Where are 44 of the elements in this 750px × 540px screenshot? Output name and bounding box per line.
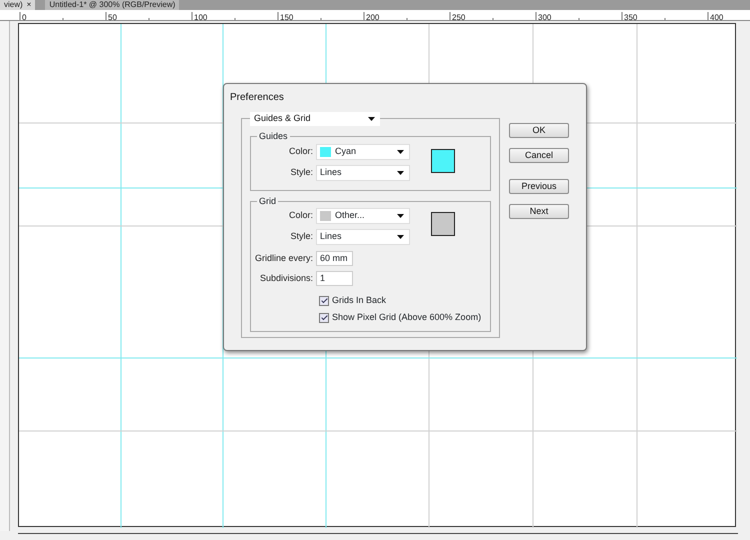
document-tab[interactable]: Untitled-1* @ 300% (RGB/Preview) bbox=[45, 0, 180, 10]
document-tab[interactable]: view) × bbox=[0, 0, 36, 10]
dialog-button[interactable]: Previous bbox=[509, 179, 569, 194]
dropdown[interactable]: Lines bbox=[316, 229, 410, 245]
caret-icon bbox=[368, 117, 375, 121]
checkbox[interactable] bbox=[319, 296, 329, 306]
ruler-label: 250 bbox=[452, 12, 466, 20]
ruler-label: 400 bbox=[710, 12, 724, 20]
section-dropdown[interactable]: Guides & Grid bbox=[250, 112, 380, 126]
text-field[interactable]: 60 mm bbox=[316, 251, 353, 266]
ruler-label: 200 bbox=[366, 12, 380, 20]
field-label: Subdivisions: bbox=[258, 272, 313, 285]
field-label: Color: bbox=[288, 209, 313, 222]
scroll-bar[interactable] bbox=[18, 533, 738, 536]
caret-icon bbox=[397, 235, 404, 239]
field-label: Color: bbox=[288, 145, 313, 158]
ruler-label: 100 bbox=[194, 12, 208, 20]
caret-icon bbox=[397, 214, 404, 218]
color-swatch[interactable] bbox=[431, 212, 455, 236]
dialog-button[interactable]: Cancel bbox=[509, 148, 569, 163]
dropdown[interactable]: Lines bbox=[316, 165, 410, 181]
dropdown[interactable]: Other... bbox=[316, 208, 410, 224]
checkbox-label: Grids In Back bbox=[332, 294, 386, 307]
dialog-title: Preferences bbox=[230, 91, 284, 105]
ruler-label: 350 bbox=[624, 12, 638, 20]
caret-icon bbox=[397, 150, 404, 154]
checkbox-label: Show Pixel Grid (Above 600% Zoom) bbox=[332, 311, 482, 324]
group-legend: Grid bbox=[257, 195, 278, 207]
ruler-label: 150 bbox=[280, 12, 294, 20]
close-icon[interactable]: × bbox=[26, 0, 32, 9]
color-swatch[interactable] bbox=[431, 149, 455, 173]
text-field[interactable]: 1 bbox=[316, 271, 353, 286]
checkbox[interactable] bbox=[319, 312, 329, 323]
ruler-label: 50 bbox=[108, 12, 117, 20]
field-label: Style: bbox=[289, 166, 313, 180]
group-legend: Guides bbox=[257, 130, 290, 142]
dialog-button[interactable]: OK bbox=[509, 123, 569, 138]
field-label: Style: bbox=[289, 230, 313, 244]
ruler-label: 0 bbox=[22, 12, 26, 20]
dialog-button[interactable]: Next bbox=[509, 204, 569, 219]
dropdown[interactable]: Cyan bbox=[316, 144, 410, 160]
caret-icon bbox=[397, 171, 404, 175]
field-label: Gridline every: bbox=[254, 252, 313, 265]
ruler-label: 300 bbox=[538, 12, 552, 20]
